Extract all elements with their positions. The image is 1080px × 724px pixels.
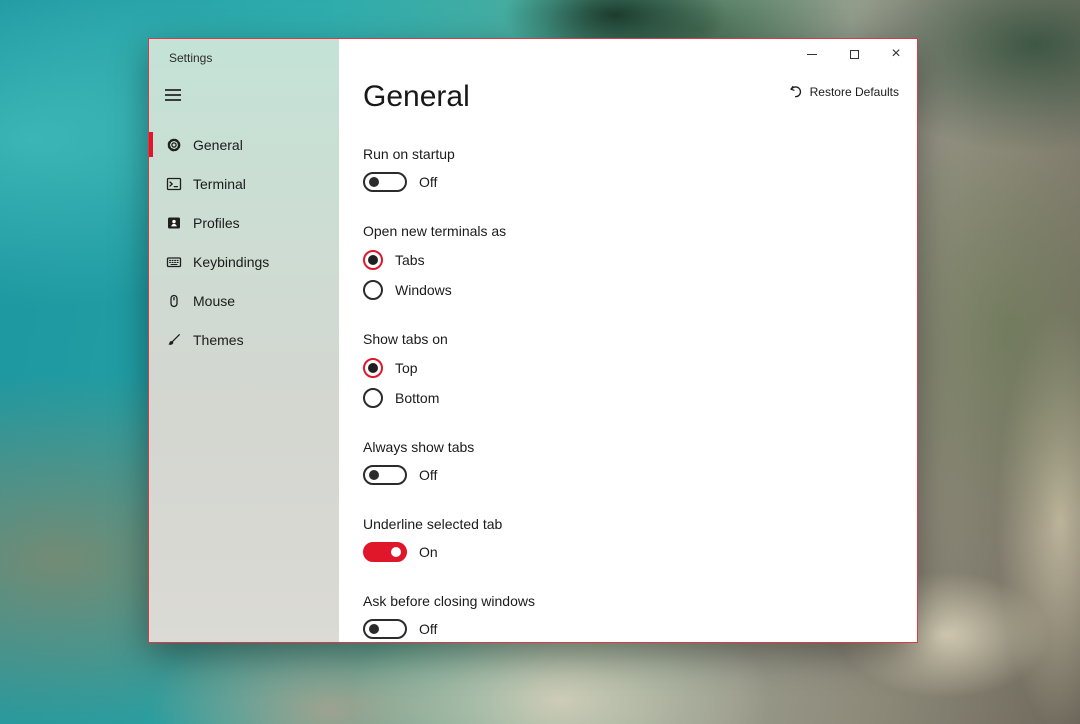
toggle-state-label: Off [419, 174, 437, 190]
undo-icon [788, 84, 803, 99]
radio-option-label: Bottom [395, 390, 439, 406]
radio-button-checked [363, 358, 383, 378]
sidebar-item-label: Mouse [193, 293, 235, 309]
setting-group-always-show-tabs: Always show tabs Off [363, 438, 893, 485]
sidebar-item-label: Terminal [193, 176, 246, 192]
selected-indicator [149, 132, 153, 157]
sidebar-item-label: Keybindings [193, 254, 269, 270]
sidebar-item-themes[interactable]: Themes [149, 320, 339, 359]
setting-label: Show tabs on [363, 330, 893, 348]
setting-group-ask-before-closing: Ask before closing windows Off [363, 592, 893, 639]
radio-option-bottom[interactable]: Bottom [363, 388, 439, 408]
window-title: Settings [149, 39, 339, 65]
restore-defaults-button[interactable]: Restore Defaults [784, 82, 903, 101]
maximize-button[interactable] [833, 39, 875, 69]
setting-group-show-tabs-on: Show tabs on Top Bottom [363, 330, 893, 408]
minimize-icon [807, 54, 817, 55]
ask-before-closing-toggle[interactable]: Off [363, 619, 437, 639]
radio-option-tabs[interactable]: Tabs [363, 250, 425, 270]
restore-defaults-label: Restore Defaults [810, 85, 899, 99]
profile-badge-icon [165, 214, 183, 232]
radio-option-label: Tabs [395, 252, 425, 268]
keyboard-icon [165, 253, 183, 271]
toggle-state-label: Off [419, 621, 437, 637]
setting-group-open-new-terminals: Open new terminals as Tabs Windows [363, 222, 893, 300]
sidebar-item-label: Themes [193, 332, 244, 348]
mouse-icon [165, 292, 183, 310]
paintbrush-icon [165, 331, 183, 349]
radio-option-top[interactable]: Top [363, 358, 418, 378]
toggle-switch-off [363, 465, 407, 485]
underline-selected-tab-toggle[interactable]: On [363, 542, 438, 562]
setting-label: Underline selected tab [363, 515, 893, 533]
toggle-switch-off [363, 172, 407, 192]
minimize-button[interactable] [791, 39, 833, 69]
setting-label: Ask before closing windows [363, 592, 893, 610]
sidebar-nav: General Terminal Profiles [149, 125, 339, 359]
sidebar-item-profiles[interactable]: Profiles [149, 203, 339, 242]
close-icon: × [891, 46, 900, 62]
maximize-icon [850, 50, 859, 59]
radio-button-checked [363, 250, 383, 270]
setting-label: Always show tabs [363, 438, 893, 456]
radio-option-windows[interactable]: Windows [363, 280, 452, 300]
hamburger-menu-button[interactable] [161, 85, 185, 105]
sidebar-item-terminal[interactable]: Terminal [149, 164, 339, 203]
sidebar-item-general[interactable]: General [149, 125, 339, 164]
sidebar-item-keybindings[interactable]: Keybindings [149, 242, 339, 281]
radio-option-label: Windows [395, 282, 452, 298]
radio-button [363, 280, 383, 300]
sidebar-item-mouse[interactable]: Mouse [149, 281, 339, 320]
toggle-switch-on [363, 542, 407, 562]
sidebar-item-label: Profiles [193, 215, 240, 231]
setting-group-underline-selected-tab: Underline selected tab On [363, 515, 893, 562]
hamburger-icon [165, 89, 181, 91]
always-show-tabs-toggle[interactable]: Off [363, 465, 437, 485]
settings-window: Settings General Terminal [148, 38, 918, 643]
sidebar: Settings General Terminal [149, 39, 339, 642]
setting-label: Open new terminals as [363, 222, 893, 240]
sidebar-item-label: General [193, 137, 243, 153]
run-on-startup-toggle[interactable]: Off [363, 172, 437, 192]
radio-button [363, 388, 383, 408]
setting-group-run-on-startup: Run on startup Off [363, 145, 893, 192]
terminal-icon [165, 175, 183, 193]
toggle-state-label: On [419, 544, 438, 560]
gear-icon [165, 136, 183, 154]
radio-option-label: Top [395, 360, 418, 376]
setting-label: Run on startup [363, 145, 893, 163]
close-button[interactable]: × [875, 39, 917, 69]
toggle-switch-off [363, 619, 407, 639]
window-controls: × [791, 39, 917, 69]
toggle-state-label: Off [419, 467, 437, 483]
settings-main-panel: × Restore Defaults General Run on startu… [339, 39, 917, 642]
